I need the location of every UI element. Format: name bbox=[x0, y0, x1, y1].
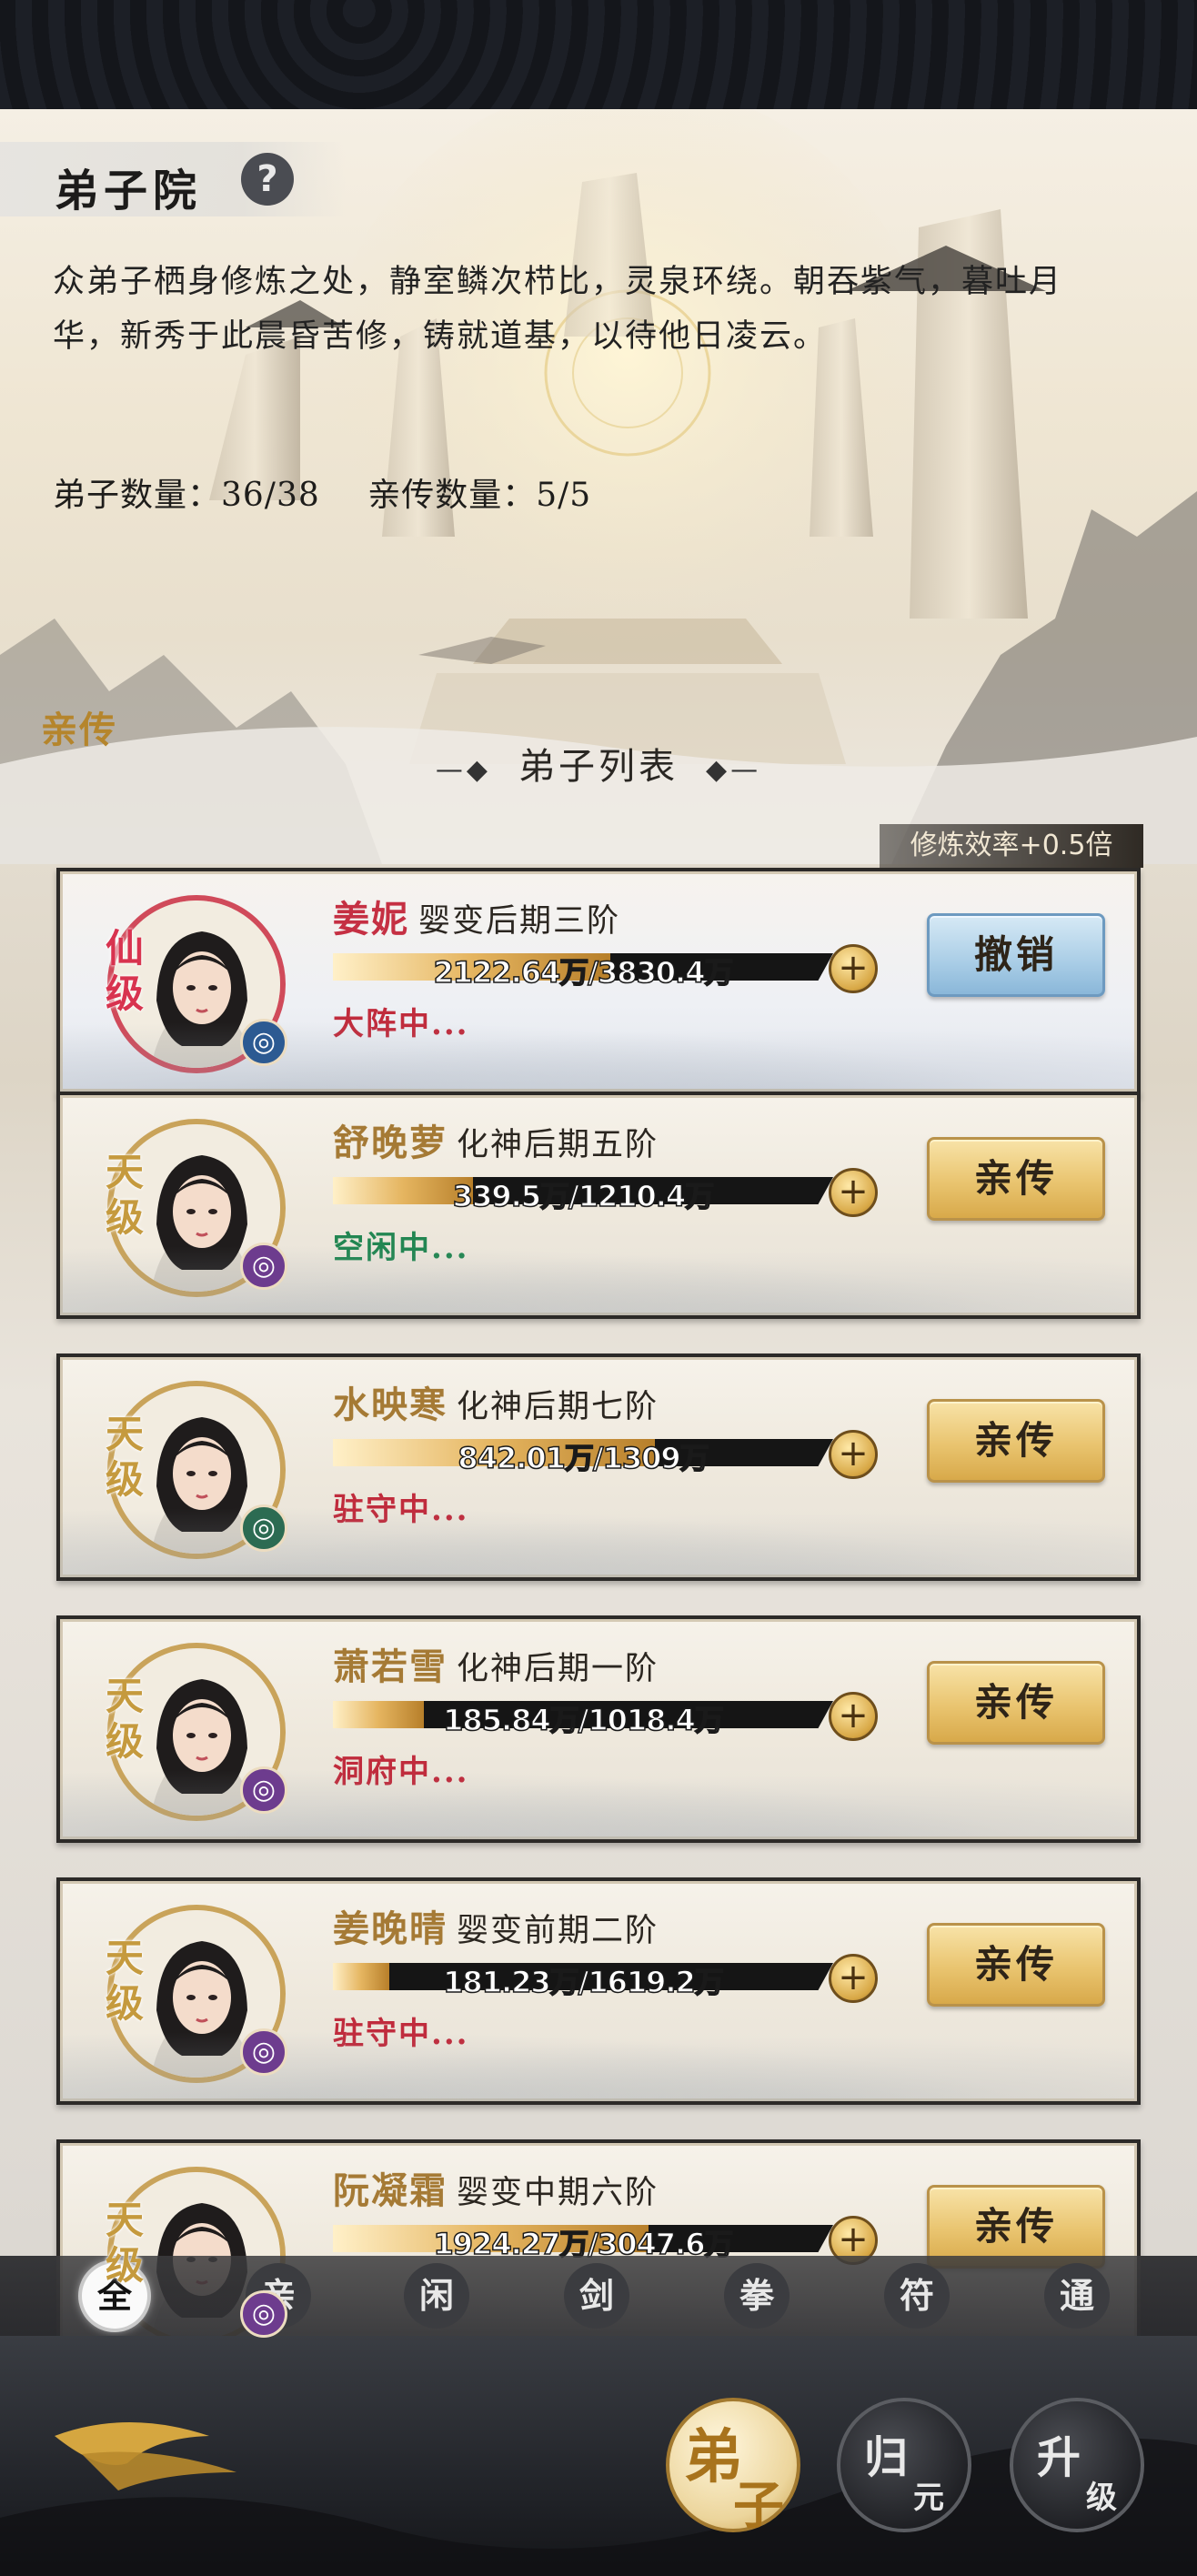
grade-label: 天级 bbox=[106, 1674, 145, 1764]
name-line: 阮凝霜 婴变中期六阶 bbox=[333, 2161, 659, 2214]
filter-tab[interactable]: 剑 bbox=[564, 2263, 629, 2329]
list-title: 弟子列表 bbox=[518, 746, 679, 788]
add-cultivation-button[interactable]: + bbox=[829, 1692, 878, 1741]
help-icon[interactable]: ? bbox=[241, 153, 294, 206]
name-line: 萧若雪 化神后期一阶 bbox=[333, 1637, 659, 1690]
filter-tab[interactable]: 拳 bbox=[724, 2263, 790, 2329]
efficiency-bonus-tag: 修炼效率+0.5倍 bbox=[880, 824, 1143, 868]
disciple-status: 驻守中... bbox=[333, 1492, 469, 1528]
spiral-icon: ◎ bbox=[240, 1766, 287, 1814]
direct-disciple-count: 亲传数量：5/5 bbox=[367, 477, 592, 514]
spiral-icon: ◎ bbox=[240, 2290, 287, 2338]
disciple-card[interactable]: 天级 ◎ 水映寒 化神后期七阶 842.01万/1309万 + 驻守中... 亲传 bbox=[56, 1353, 1141, 1581]
return-origin-nav-button[interactable]: 归元 bbox=[837, 2398, 971, 2532]
grade-label: 天级 bbox=[106, 1150, 145, 1240]
disciple-status: 大阵中... bbox=[333, 1006, 469, 1042]
hall-description: 众弟子栖身修炼之处，静室鳞次栉比，灵泉环绕。朝吞紫气，暮吐月华，新秀于此晨昏苦修… bbox=[53, 264, 1063, 355]
cultivation-realm: 化神后期七阶 bbox=[457, 1389, 659, 1425]
name-line: 姜妮 婴变后期三阶 bbox=[333, 890, 620, 942]
cultivation-realm: 婴变中期六阶 bbox=[457, 2175, 659, 2211]
cultivation-realm: 化神后期五阶 bbox=[457, 1127, 659, 1163]
disciple-card[interactable]: 仙级 ◎ 姜妮 婴变后期三阶 2122.64万/3830.4万 + 大阵中... … bbox=[56, 868, 1141, 1095]
nav-char-2: 子 bbox=[733, 2476, 784, 2536]
progress-text: 842.01万/1309万 bbox=[458, 1440, 710, 1476]
filter-tab[interactable]: 符 bbox=[884, 2263, 950, 2329]
add-cultivation-button[interactable]: + bbox=[829, 944, 878, 993]
disciple-name: 姜妮 bbox=[333, 898, 409, 941]
add-cultivation-button[interactable]: + bbox=[829, 1430, 878, 1479]
nav-char-2: 级 bbox=[1086, 2480, 1117, 2516]
divider-right-icon: ◆— bbox=[706, 754, 762, 786]
revoke-button[interactable]: 撤销 bbox=[927, 913, 1105, 997]
array-icon: ◎ bbox=[240, 1019, 287, 1066]
grade-label: 仙级 bbox=[106, 926, 145, 1016]
progress-text: 339.5万/1210.4万 bbox=[452, 1178, 715, 1214]
add-cultivation-button[interactable]: + bbox=[829, 1168, 878, 1217]
disciples-nav-button[interactable]: 弟子 bbox=[666, 2398, 800, 2536]
progress-text: 2122.64万/3830.4万 bbox=[433, 954, 734, 991]
name-line: 舒晚萝 化神后期五阶 bbox=[333, 1113, 659, 1166]
direct-disciple-tag: 亲传 bbox=[41, 709, 117, 751]
spiral-icon: ◎ bbox=[240, 1243, 287, 1290]
upgrade-nav-button[interactable]: 升级 bbox=[1010, 2398, 1144, 2532]
nav-char-1: 升 bbox=[1037, 2432, 1081, 2483]
make-direct-button[interactable]: 亲传 bbox=[927, 1137, 1105, 1221]
grade-label: 天级 bbox=[106, 1412, 145, 1502]
list-heading: —◆ 弟子列表 ◆— bbox=[0, 737, 1197, 790]
disciple-card[interactable]: 天级 ◎ 舒晚萝 化神后期五阶 339.5万/1210.4万 + 空闲中... 亲… bbox=[56, 1092, 1141, 1319]
progress-text: 181.23万/1619.2万 bbox=[442, 1964, 724, 2000]
filter-tab[interactable]: 通 bbox=[1044, 2263, 1110, 2329]
page-title: 弟子院 bbox=[55, 166, 203, 216]
cultivation-realm: 婴变前期二阶 bbox=[457, 1913, 659, 1949]
nav-char-1: 归 bbox=[864, 2432, 909, 2483]
cultivation-realm: 婴变后期三阶 bbox=[418, 903, 621, 940]
disciple-status: 空闲中... bbox=[333, 1230, 469, 1266]
count-stats: 弟子数量：36/38 亲传数量：5/5 bbox=[53, 468, 628, 516]
name-line: 姜晚晴 婴变前期二阶 bbox=[333, 1899, 659, 1952]
spiral-icon: ◎ bbox=[240, 2028, 287, 2076]
grade-label: 天级 bbox=[106, 1936, 145, 2026]
disciple-card[interactable]: 天级 ◎ 萧若雪 化神后期一阶 185.84万/1018.4万 + 洞府中... … bbox=[56, 1615, 1141, 1843]
make-direct-button[interactable]: 亲传 bbox=[927, 1661, 1105, 1745]
progress-text: 185.84万/1018.4万 bbox=[442, 1702, 724, 1738]
disciple-status: 洞府中... bbox=[333, 1754, 469, 1790]
disciple-name: 水映寒 bbox=[333, 1384, 448, 1426]
filter-tab[interactable]: 闲 bbox=[404, 2263, 469, 2329]
name-line: 水映寒 化神后期七阶 bbox=[333, 1375, 659, 1428]
add-cultivation-button[interactable]: + bbox=[829, 1954, 878, 2003]
make-direct-button[interactable]: 亲传 bbox=[927, 1399, 1105, 1483]
disciple-count: 弟子数量：36/38 bbox=[53, 477, 320, 514]
swirl-icon: ◎ bbox=[240, 1504, 287, 1552]
divider-left-icon: —◆ bbox=[435, 754, 491, 786]
make-direct-button[interactable]: 亲传 bbox=[927, 1923, 1105, 2007]
cultivation-realm: 化神后期一阶 bbox=[457, 1651, 659, 1687]
disciple-name: 舒晚萝 bbox=[333, 1122, 448, 1164]
disciple-status: 驻守中... bbox=[333, 2016, 469, 2052]
disciple-name: 阮凝霜 bbox=[333, 2169, 448, 2212]
grade-label: 天级 bbox=[106, 2198, 145, 2288]
disciple-name: 萧若雪 bbox=[333, 1645, 448, 1688]
top-status-area bbox=[0, 0, 1197, 109]
nav-char-2: 元 bbox=[913, 2480, 944, 2516]
disciple-name: 姜晚晴 bbox=[333, 1907, 448, 1950]
disciple-card[interactable]: 天级 ◎ 姜晚晴 婴变前期二阶 181.23万/1619.2万 + 驻守中... … bbox=[56, 1877, 1141, 2105]
